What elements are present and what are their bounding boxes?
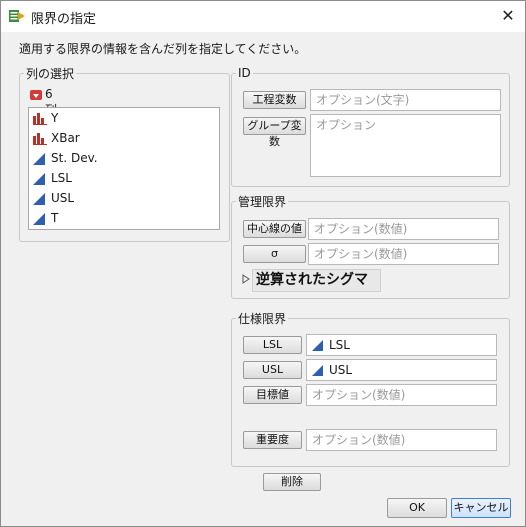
usl-value: USL: [329, 363, 353, 377]
column-item-label: T: [51, 211, 59, 225]
center-line-field[interactable]: オプション(数値): [308, 218, 499, 240]
lsl-button[interactable]: LSL: [243, 336, 302, 354]
title-bar: 限界の指定 ✕: [1, 1, 525, 32]
bar-chart-icon: [33, 133, 47, 145]
group-variable-button[interactable]: グループ変数: [243, 117, 306, 148]
close-icon: ✕: [501, 6, 515, 25]
process-variable-field[interactable]: オプション(文字): [310, 89, 501, 111]
continuous-triangle-icon: [33, 213, 45, 225]
usl-button[interactable]: USL: [243, 361, 302, 379]
sigma-button[interactable]: σ: [243, 245, 306, 263]
column-item-label: LSL: [51, 171, 72, 185]
column-item-label: USL: [51, 191, 75, 205]
sigma-field[interactable]: オプション(数値): [308, 243, 499, 265]
continuous-triangle-icon: [33, 173, 45, 185]
importance-field[interactable]: オプション(数値): [306, 429, 497, 451]
control-limits-legend: 管理限界: [238, 195, 287, 209]
lsl-value: LSL: [329, 338, 350, 352]
app-icon: [9, 10, 25, 22]
column-item-t[interactable]: T: [33, 209, 213, 229]
group-variable-field[interactable]: オプション: [310, 114, 501, 177]
window-title: 限界の指定: [31, 12, 97, 27]
back-calculated-sigma-label: 逆算されたシグマ: [252, 269, 381, 292]
column-item-label: Y: [51, 111, 59, 125]
continuous-triangle-icon: [312, 340, 323, 351]
lsl-field[interactable]: LSL: [306, 334, 497, 356]
target-field[interactable]: オプション(数値): [306, 384, 497, 406]
spec-limits-legend: 仕様限界: [238, 312, 287, 326]
disclosure-triangle-icon: [242, 274, 250, 284]
column-item-usl[interactable]: USL: [33, 189, 213, 209]
column-item-y[interactable]: Y: [33, 109, 213, 129]
process-variable-button[interactable]: 工程変数: [243, 91, 306, 109]
center-line-button[interactable]: 中心線の値: [243, 220, 306, 238]
column-item-st-dev[interactable]: St. Dev.: [33, 149, 213, 169]
column-item-lsl[interactable]: LSL: [33, 169, 213, 189]
importance-button[interactable]: 重要度: [243, 431, 302, 449]
continuous-triangle-icon: [33, 153, 45, 165]
column-item-xbar[interactable]: XBar: [33, 129, 213, 149]
target-button[interactable]: 目標値: [243, 386, 302, 404]
column-item-label: XBar: [51, 131, 80, 145]
usl-field[interactable]: USL: [306, 359, 497, 381]
instruction-text: 適用する限界の情報を含んだ列を指定してください。: [19, 42, 307, 56]
column-list[interactable]: Y XBar St. Dev. LSL USL T: [28, 107, 220, 230]
dropdown-icon: [30, 90, 42, 100]
continuous-triangle-icon: [33, 193, 45, 205]
bar-chart-icon: [33, 113, 47, 125]
continuous-triangle-icon: [312, 365, 323, 376]
column-item-label: St. Dev.: [51, 151, 98, 165]
ok-button[interactable]: OK: [387, 498, 447, 518]
dialog-window: 限界の指定 ✕ 適用する限界の情報を含んだ列を指定してください。 列の選択 6列…: [0, 0, 526, 527]
remove-button[interactable]: 削除: [263, 473, 321, 491]
close-button[interactable]: ✕: [495, 4, 521, 28]
cancel-button[interactable]: キャンセル: [451, 498, 511, 518]
id-legend: ID: [238, 66, 251, 80]
column-select-legend: 列の選択: [26, 67, 75, 81]
